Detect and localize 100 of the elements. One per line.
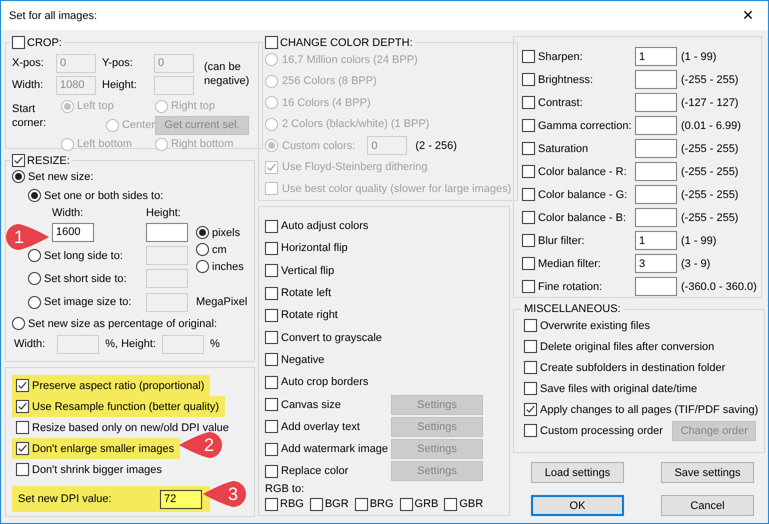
checkbox[interactable] [12, 36, 25, 49]
radio-button[interactable] [106, 118, 119, 132]
option-label[interactable]: CHANGE COLOR DEPTH: [280, 36, 413, 48]
option-label[interactable]: cm [212, 244, 227, 256]
checkbox[interactable] [400, 498, 413, 511]
text-field[interactable] [146, 246, 188, 265]
text-field[interactable]: 1 [635, 47, 677, 66]
radio-button[interactable] [12, 170, 25, 183]
radio-button[interactable] [196, 226, 209, 239]
option-label[interactable]: Don't shrink bigger images [32, 464, 162, 476]
text-field[interactable]: 1 [635, 231, 677, 250]
option-label[interactable]: Fine rotation: [538, 280, 602, 292]
radio-button[interactable] [12, 317, 25, 330]
option-label[interactable]: inches [212, 260, 244, 272]
radio-button[interactable] [155, 138, 168, 150]
checkbox[interactable] [16, 463, 29, 476]
checkbox[interactable] [265, 286, 278, 300]
text-field[interactable]: 1600 [52, 222, 94, 242]
radio-button[interactable] [155, 100, 168, 112]
option-label[interactable]: Replace color [281, 465, 348, 478]
checkbox[interactable] [522, 119, 535, 132]
dialog-button[interactable]: Cancel [661, 495, 754, 516]
option-label[interactable]: Add watermark image [281, 443, 388, 456]
checkbox[interactable] [265, 498, 278, 511]
checkbox[interactable] [524, 319, 537, 332]
checkbox[interactable] [354, 498, 368, 511]
radio-button[interactable] [28, 189, 41, 202]
option-label[interactable]: Negative [281, 354, 324, 366]
checkbox[interactable] [265, 242, 278, 255]
text-field[interactable]: 3 [635, 254, 677, 273]
checkbox[interactable] [444, 498, 458, 511]
checkbox[interactable] [265, 464, 278, 478]
checkbox[interactable] [265, 331, 278, 344]
dialog-button[interactable]: Save settings [661, 462, 754, 483]
checkbox[interactable] [522, 165, 535, 178]
checkbox[interactable] [522, 234, 535, 247]
checkbox[interactable] [522, 211, 535, 224]
radio-button[interactable] [265, 118, 278, 131]
checkbox[interactable] [16, 421, 29, 434]
option-label[interactable]: Contrast: [538, 96, 583, 108]
text-field[interactable] [162, 334, 204, 354]
text-field[interactable] [146, 269, 188, 288]
checkbox[interactable] [524, 382, 537, 395]
option-label[interactable]: Rotate right [281, 309, 338, 322]
option-label[interactable]: RBG [280, 498, 304, 510]
radio-button[interactable] [28, 272, 41, 285]
checkbox[interactable] [265, 160, 278, 174]
text-field[interactable] [635, 277, 677, 296]
checkbox[interactable] [265, 442, 278, 456]
option-label[interactable]: Canvas size [281, 398, 341, 411]
option-label[interactable]: CROP: [27, 36, 62, 48]
text-field[interactable] [635, 162, 677, 181]
option-label[interactable]: Color balance - B: [538, 212, 626, 224]
checkbox[interactable] [524, 403, 537, 416]
checkbox[interactable] [522, 257, 535, 270]
checkbox[interactable] [265, 264, 278, 278]
option-label[interactable]: Set image size to: [44, 296, 132, 308]
option-label[interactable]: Resize based only on new/old DPI value [32, 422, 229, 434]
option-label[interactable]: BRG [370, 498, 394, 510]
option-label[interactable]: Custom processing order [540, 424, 663, 436]
option-label[interactable]: Color balance - G: [538, 188, 628, 200]
checkbox[interactable] [524, 361, 537, 374]
text-field[interactable] [154, 76, 194, 94]
checkbox[interactable] [524, 340, 537, 353]
checkbox[interactable] [16, 379, 29, 392]
text-field[interactable] [635, 208, 677, 227]
text-field[interactable] [57, 334, 100, 354]
checkbox[interactable] [522, 73, 535, 86]
option-label[interactable]: RESIZE: [27, 154, 70, 166]
radio-button[interactable] [265, 74, 278, 88]
text-field[interactable] [146, 292, 188, 312]
option-label[interactable]: Set one or both sides to: [44, 190, 164, 202]
radio-button[interactable] [265, 139, 278, 152]
option-label[interactable]: Auto adjust colors [281, 220, 368, 232]
checkbox[interactable] [265, 420, 278, 434]
text-field[interactable] [635, 116, 677, 135]
option-label[interactable]: Saturation [538, 142, 588, 154]
checkbox[interactable] [522, 96, 535, 109]
option-label[interactable]: Horizontal flip [281, 242, 348, 254]
option-label[interactable]: Blur filter: [538, 234, 584, 246]
option-label[interactable]: Delete original files after conversion [540, 340, 714, 352]
dialog-button[interactable]: Load settings [531, 462, 624, 483]
option-label[interactable]: BGR [324, 498, 349, 510]
checkbox[interactable] [310, 498, 323, 511]
option-label[interactable]: Brightness: [538, 74, 594, 86]
option-label[interactable]: Rotate left [281, 287, 332, 300]
checkbox[interactable] [524, 424, 537, 437]
radio-button[interactable] [28, 249, 41, 262]
option-label[interactable]: GBR [459, 498, 484, 510]
text-field[interactable] [146, 222, 188, 242]
radio-button[interactable] [265, 96, 278, 110]
option-label[interactable]: Color balance - R: [538, 166, 627, 178]
text-field[interactable] [635, 139, 677, 158]
radio-button[interactable] [196, 243, 209, 256]
close-button[interactable]: ✕ [728, 1, 768, 30]
checkbox[interactable] [265, 308, 278, 322]
option-label[interactable]: pixels [212, 226, 240, 238]
checkbox[interactable] [522, 142, 535, 155]
radio-button[interactable] [265, 53, 278, 66]
checkbox[interactable] [16, 400, 29, 413]
